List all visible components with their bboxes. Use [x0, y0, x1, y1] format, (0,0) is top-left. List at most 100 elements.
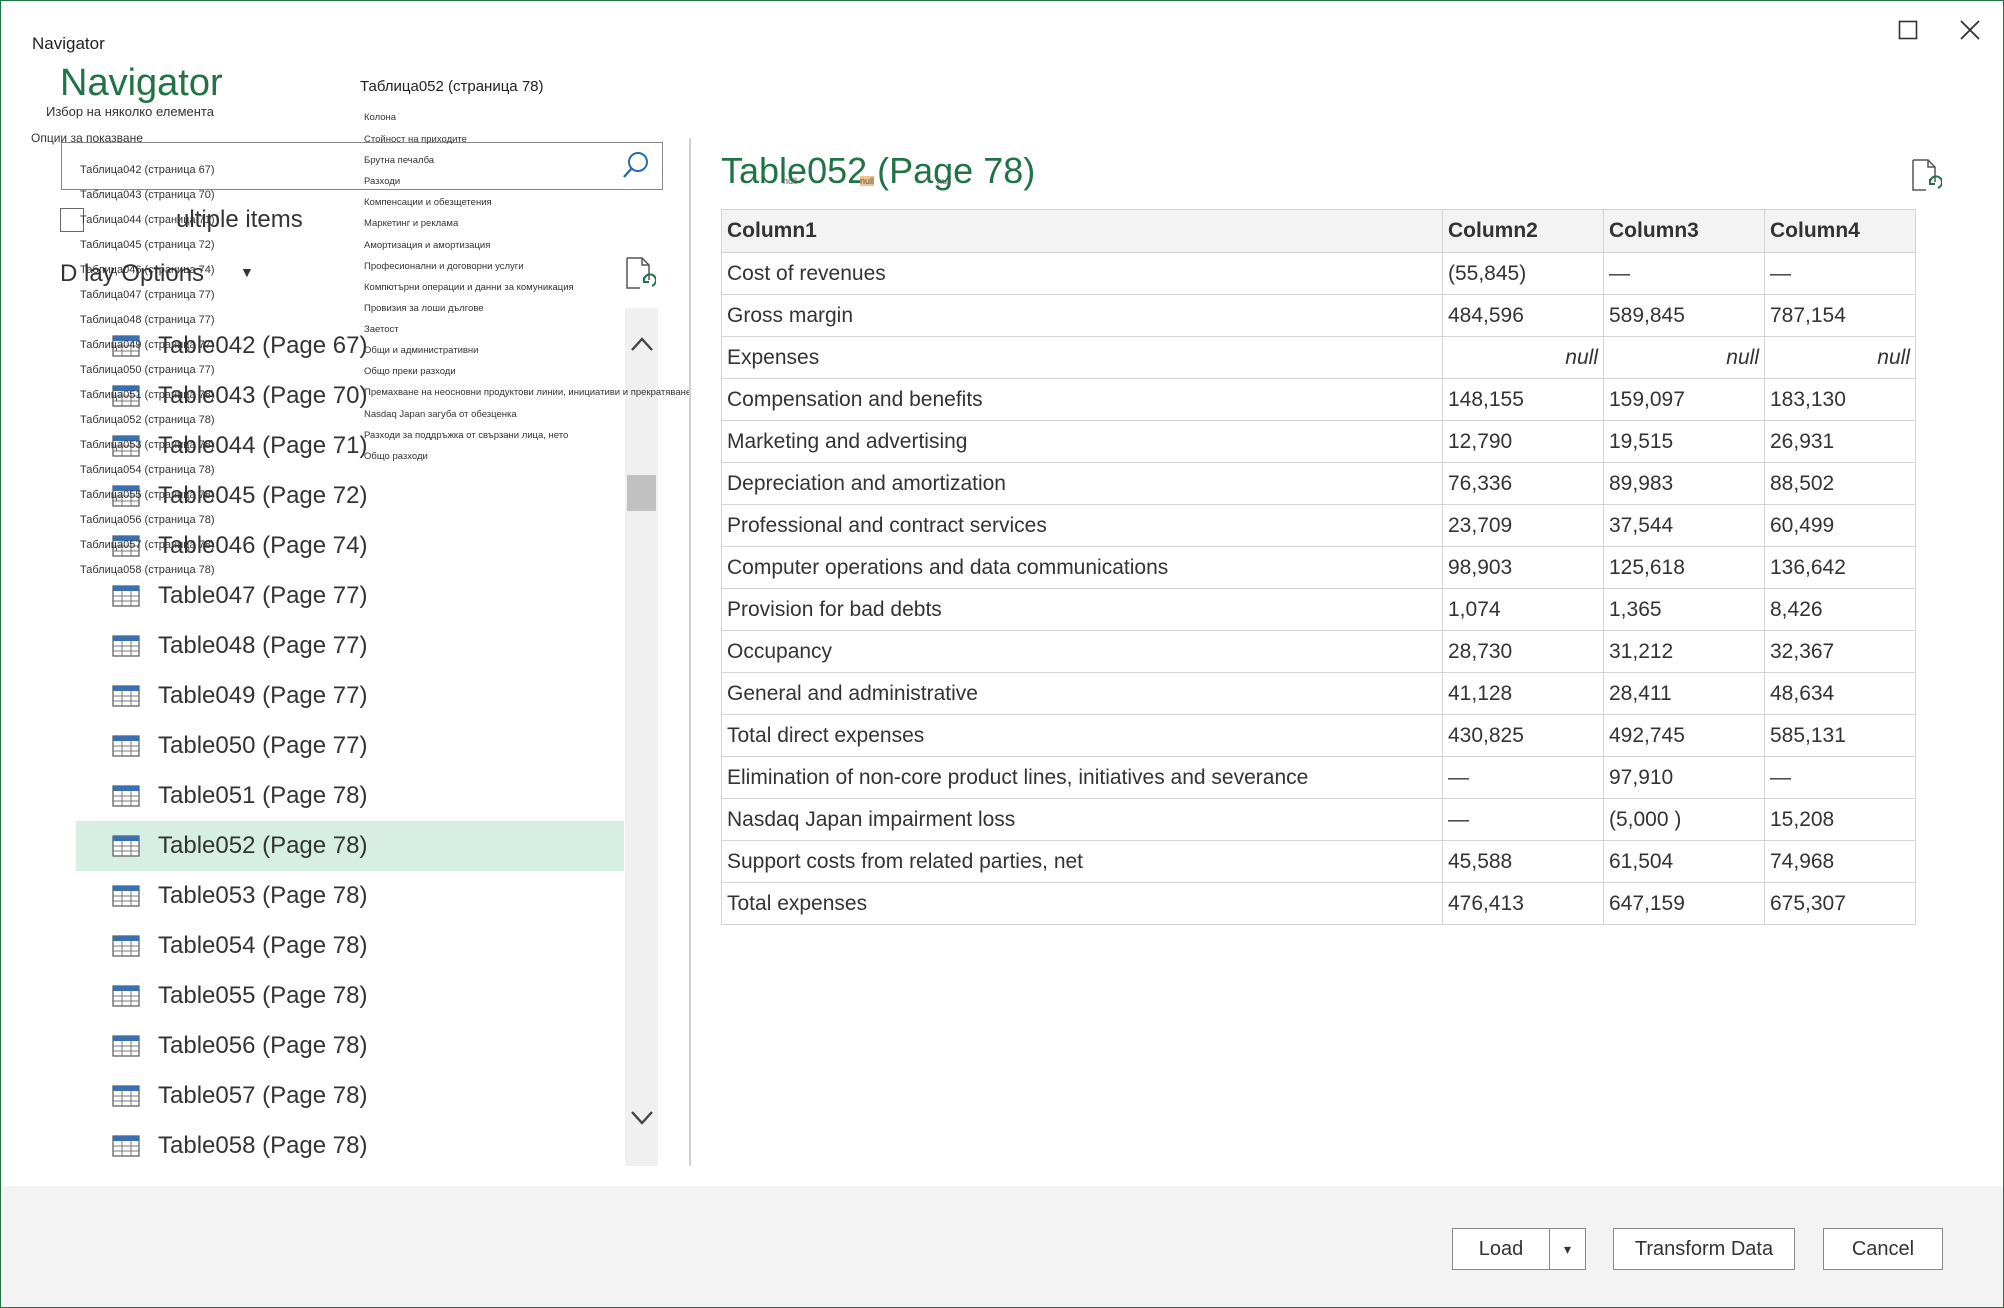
search-button[interactable] [621, 150, 651, 180]
table-cell: Gross margin [721, 294, 1443, 337]
table-cell: Computer operations and data communicati… [721, 546, 1443, 589]
table-cell: 12,790 [1442, 420, 1604, 463]
list-item[interactable]: Table052 (Page 78) [76, 821, 624, 871]
localized-column-item: Маркетинг и реклама [364, 218, 459, 229]
list-item[interactable]: Table055 (Page 78) [76, 971, 624, 1021]
localized-column-item: Разходи за поддръжка от свързани лица, н… [364, 430, 569, 441]
list-item-label: Table050 (Page 77) [158, 732, 368, 759]
table-cell: Nasdaq Japan impairment loss [721, 798, 1443, 841]
maximize-icon [1898, 20, 1918, 40]
list-item[interactable]: Table049 (Page 77) [76, 671, 624, 721]
table-icon [112, 635, 140, 657]
load-dropdown-button[interactable]: ▾ [1549, 1228, 1586, 1270]
list-item-label: Table058 (Page 78) [158, 1132, 368, 1159]
table-icon [112, 735, 140, 757]
table-cell: Marketing and advertising [721, 420, 1443, 463]
table-icon [112, 935, 140, 957]
table-cell: Provision for bad debts [721, 588, 1443, 631]
localized-list-item: Таблица043 (страница 70) [80, 189, 215, 201]
table-cell: 60,499 [1764, 504, 1916, 547]
table-row: Nasdaq Japan impairment loss — (5,000 ) 15,… [721, 798, 1916, 841]
transform-data-button[interactable]: Transform Data [1613, 1228, 1795, 1270]
list-item[interactable]: Table048 (Page 77) [76, 621, 624, 671]
table-cell: 484,596 [1442, 294, 1604, 337]
list-item-label: Table054 (Page 78) [158, 932, 368, 959]
column-header[interactable]: Column3 [1603, 209, 1765, 253]
maximize-button[interactable] [1880, 10, 1936, 50]
table-icon [112, 785, 140, 807]
window-title: Navigator [32, 34, 105, 53]
null-tag: null [860, 176, 875, 186]
scroll-down-button[interactable] [625, 1108, 658, 1138]
column-header[interactable]: Column1 [721, 209, 1443, 253]
column-header[interactable]: Column4 [1764, 209, 1916, 253]
list-scrollbar[interactable] [625, 308, 658, 1166]
table-cell: Cost of revenues [721, 252, 1443, 295]
table-cell: 61,504 [1603, 840, 1765, 883]
list-item-label: Table056 (Page 78) [158, 1032, 368, 1059]
table-cell: 1,074 [1442, 588, 1604, 631]
table-cell: 28,730 [1442, 630, 1604, 673]
localized-preview-title: Таблица052 (страница 78) [360, 78, 544, 95]
load-button[interactable]: Load [1452, 1228, 1550, 1270]
table-row: Depreciation and amortization 76,336 89,98… [721, 462, 1916, 505]
table-cell: 89,983 [1603, 462, 1765, 505]
table-cell: 26,931 [1764, 420, 1916, 463]
localized-list-item: Таблица049 (страница 77) [80, 339, 215, 351]
refresh-button[interactable] [624, 256, 657, 292]
list-item[interactable]: Table054 (Page 78) [76, 921, 624, 971]
localized-column-item: Амортизация и амортизация [364, 240, 491, 251]
list-item[interactable]: Table056 (Page 78) [76, 1021, 624, 1071]
list-item[interactable]: Table047 (Page 77) [76, 571, 624, 621]
list-item[interactable]: Table050 (Page 77) [76, 721, 624, 771]
table-cell: 148,155 [1442, 378, 1604, 421]
table-icon [112, 685, 140, 707]
scroll-up-button[interactable] [625, 334, 658, 364]
navigator-heading: Navigator [60, 62, 223, 104]
localized-column-item: Колона [364, 112, 397, 123]
scroll-thumb[interactable] [627, 475, 656, 511]
table-cell: 476,413 [1442, 882, 1604, 925]
localized-column-item: Провизия за лоши дългове [364, 303, 484, 314]
localized-column-item: Компютърни операции и данни за комуникац… [364, 282, 574, 293]
list-item[interactable]: Table058 (Page 78) [76, 1121, 624, 1170]
table-cell: 8,426 [1764, 588, 1916, 631]
table-cell: 98,903 [1442, 546, 1604, 589]
localized-column-item: Nasdaq Japan загуба от обезценка [364, 409, 517, 420]
null-tag: null [937, 176, 952, 186]
table-cell: 159,097 [1603, 378, 1765, 421]
list-item-label: Table049 (Page 77) [158, 682, 368, 709]
localized-column-item: Разходи [364, 176, 401, 187]
localized-list-item: Таблица052 (страница 78) [80, 414, 215, 426]
close-window-button[interactable] [1942, 10, 1998, 50]
table-cell: 31,212 [1603, 630, 1765, 673]
null-tag: null [783, 176, 798, 186]
list-item[interactable]: Table057 (Page 78) [76, 1071, 624, 1121]
table-icon [112, 885, 140, 907]
table-icon [112, 1085, 140, 1107]
table-icon [112, 585, 140, 607]
table-cell: 97,910 [1603, 756, 1765, 799]
table-row: Compensation and benefits 148,155 159,097 1… [721, 378, 1916, 421]
table-cell: 32,367 [1764, 630, 1916, 673]
table-cell: — [1764, 756, 1916, 799]
list-item[interactable]: Table051 (Page 78) [76, 771, 624, 821]
table-cell: Support costs from related parties, net [721, 840, 1443, 883]
table-cell: 41,128 [1442, 672, 1604, 715]
localized-list-item: Таблица045 (страница 72) [80, 239, 215, 251]
localized-column-item: Компенсации и обезщетения [364, 197, 492, 208]
localized-column-item: Професионални и договорни услуги [364, 261, 524, 272]
table-cell: 45,588 [1442, 840, 1604, 883]
localized-list-item: Таблица053 (страница 78) [80, 439, 215, 451]
column-header[interactable]: Column2 [1442, 209, 1604, 253]
localized-column-item: Общи и административни [364, 345, 479, 356]
chevron-down-icon [630, 1111, 653, 1125]
preview-refresh-button[interactable] [1910, 158, 1943, 194]
localized-list-item: Таблица057 (страница 78) [80, 539, 215, 551]
list-item[interactable]: Table053 (Page 78) [76, 871, 624, 921]
cancel-button[interactable]: Cancel [1823, 1228, 1943, 1270]
table-cell: 125,618 [1603, 546, 1765, 589]
table-cell: 1,365 [1603, 588, 1765, 631]
localized-list-item: Таблица048 (страница 77) [80, 314, 215, 326]
table-cell: Compensation and benefits [721, 378, 1443, 421]
